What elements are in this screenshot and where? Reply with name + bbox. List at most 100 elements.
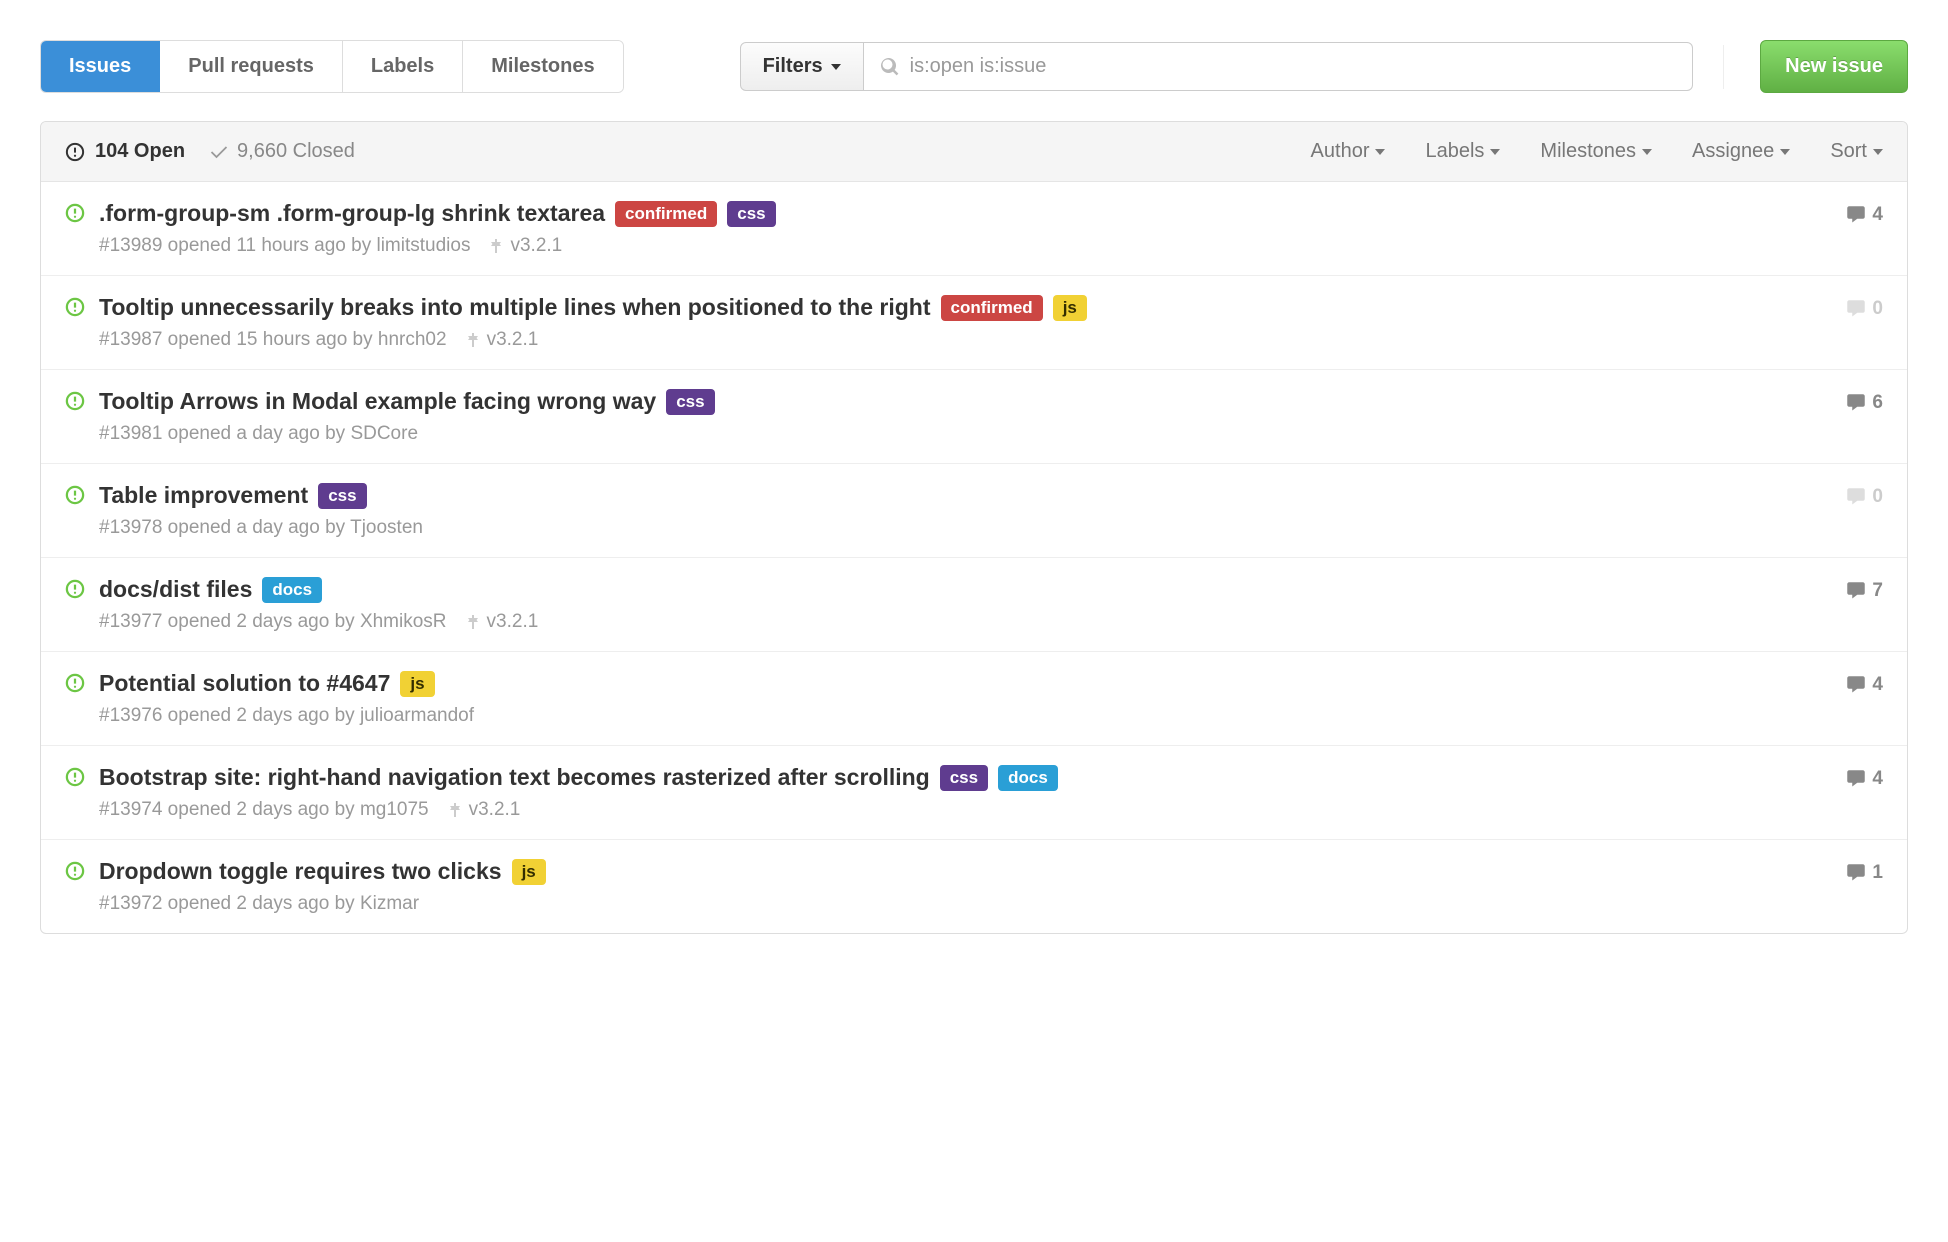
issue-main: Dropdown toggle requires two clicks js #13…: [99, 858, 1832, 915]
issue-main: Tooltip unnecessarily breaks into multip…: [99, 294, 1832, 351]
issue-milestone[interactable]: v3.2.1: [465, 329, 539, 351]
label-pill-js[interactable]: js: [512, 859, 546, 885]
search-input[interactable]: [900, 43, 1677, 90]
issue-title-link[interactable]: Potential solution to #4647: [99, 670, 390, 697]
issue-title-link[interactable]: .form-group-sm .form-group-lg shrink tex…: [99, 200, 605, 227]
issue-meta: #13978 opened a day ago by Tjoosten: [99, 517, 1832, 539]
label-pill-css[interactable]: css: [940, 765, 988, 791]
issue-list-box: 104 Open 9,660 Closed Author Labels Mile…: [40, 121, 1908, 934]
search-box[interactable]: [864, 42, 1694, 91]
check-icon: [209, 142, 229, 162]
issue-comments[interactable]: 4: [1846, 204, 1883, 226]
open-count[interactable]: 104 Open: [65, 140, 185, 163]
issue-comments[interactable]: 1: [1846, 862, 1883, 884]
comment-count: 7: [1872, 580, 1883, 602]
milestone-label: v3.2.1: [510, 235, 562, 257]
label-pill-confirmed[interactable]: confirmed: [615, 201, 717, 227]
issue-open-icon: [65, 861, 85, 887]
issue-title-link[interactable]: Dropdown toggle requires two clicks: [99, 858, 502, 885]
issue-row: docs/dist files docs #13977 opened 2 days …: [41, 558, 1907, 652]
caret-down-icon: [1873, 149, 1883, 155]
label-pill-css[interactable]: css: [727, 201, 775, 227]
issue-main: .form-group-sm .form-group-lg shrink tex…: [99, 200, 1832, 257]
issue-row: Tooltip Arrows in Modal example facing w…: [41, 370, 1907, 464]
issue-meta: #13987 opened 15 hours ago by hnrch02 v3.…: [99, 329, 1832, 351]
issue-main: docs/dist files docs #13977 opened 2 days …: [99, 576, 1832, 633]
issue-meta: #13976 opened 2 days ago by julioarmando…: [99, 705, 1832, 727]
issue-title-link[interactable]: Tooltip Arrows in Modal example facing w…: [99, 388, 656, 415]
issue-meta: #13977 opened 2 days ago by XhmikosR v3.2…: [99, 611, 1832, 633]
new-issue-button[interactable]: New issue: [1760, 40, 1908, 93]
milestone-label: v3.2.1: [487, 611, 539, 633]
nav-pull-requests[interactable]: Pull requests: [160, 41, 343, 92]
issue-open-icon: [65, 673, 85, 699]
issue-meta-text: #13978 opened a day ago by Tjoosten: [99, 517, 423, 539]
issue-open-icon: [65, 297, 85, 323]
issue-meta: #13981 opened a day ago by SDCore: [99, 423, 1832, 445]
closed-count-label: 9,660 Closed: [237, 140, 355, 163]
issue-meta: #13989 opened 11 hours ago by limitstudi…: [99, 235, 1832, 257]
filters-label: Filters: [763, 55, 823, 78]
issue-milestone[interactable]: v3.2.1: [488, 235, 562, 257]
filters-button[interactable]: Filters: [740, 42, 864, 91]
nav-issues[interactable]: Issues: [41, 41, 160, 92]
issue-main: Tooltip Arrows in Modal example facing w…: [99, 388, 1832, 445]
list-header: 104 Open 9,660 Closed Author Labels Mile…: [41, 122, 1907, 182]
issue-title-line: .form-group-sm .form-group-lg shrink tex…: [99, 200, 1832, 227]
milestone-label: v3.2.1: [469, 799, 521, 821]
issue-comments[interactable]: 4: [1846, 674, 1883, 696]
nav-group: Issues Pull requests Labels Milestones: [40, 40, 624, 93]
issue-title-link[interactable]: Tooltip unnecessarily breaks into multip…: [99, 294, 931, 321]
issue-title-line: Table improvement css: [99, 482, 1832, 509]
nav-milestones[interactable]: Milestones: [463, 41, 622, 92]
comment-count: 4: [1872, 674, 1883, 696]
label-pill-css[interactable]: css: [666, 389, 714, 415]
comment-count: 1: [1872, 862, 1883, 884]
issue-milestone[interactable]: v3.2.1: [465, 611, 539, 633]
label-pill-confirmed[interactable]: confirmed: [941, 295, 1043, 321]
label-pill-js[interactable]: js: [400, 671, 434, 697]
issue-title-line: Tooltip unnecessarily breaks into multip…: [99, 294, 1832, 321]
filter-sort[interactable]: Sort: [1830, 140, 1883, 163]
issue-title-link[interactable]: Bootstrap site: right-hand navigation te…: [99, 764, 930, 791]
comment-count: 0: [1872, 298, 1883, 320]
issue-meta-text: #13987 opened 15 hours ago by hnrch02: [99, 329, 447, 351]
filter-labels[interactable]: Labels: [1425, 140, 1500, 163]
issue-main: Bootstrap site: right-hand navigation te…: [99, 764, 1832, 821]
open-count-label: 104 Open: [95, 140, 185, 163]
issue-open-icon: [65, 142, 85, 162]
topbar: Issues Pull requests Labels Milestones F…: [40, 40, 1908, 93]
issue-meta-text: #13989 opened 11 hours ago by limitstudi…: [99, 235, 470, 257]
issue-meta-text: #13972 opened 2 days ago by Kizmar: [99, 893, 419, 915]
caret-down-icon: [1375, 149, 1385, 155]
label-pill-docs[interactable]: docs: [998, 765, 1058, 791]
issue-main: Potential solution to #4647 js #13976 open…: [99, 670, 1832, 727]
milestone-label: v3.2.1: [487, 329, 539, 351]
issue-title-link[interactable]: Table improvement: [99, 482, 308, 509]
issue-comments[interactable]: 7: [1846, 580, 1883, 602]
issue-milestone[interactable]: v3.2.1: [447, 799, 521, 821]
issue-title-line: Dropdown toggle requires two clicks js: [99, 858, 1832, 885]
issue-title-link[interactable]: docs/dist files: [99, 576, 252, 603]
issue-comments[interactable]: 0: [1846, 298, 1883, 320]
filter-milestones[interactable]: Milestones: [1540, 140, 1652, 163]
label-pill-css[interactable]: css: [318, 483, 366, 509]
issue-title-line: Bootstrap site: right-hand navigation te…: [99, 764, 1832, 791]
issue-open-icon: [65, 203, 85, 229]
issue-meta-text: #13977 opened 2 days ago by XhmikosR: [99, 611, 447, 633]
issue-open-icon: [65, 579, 85, 605]
issue-title-line: docs/dist files docs: [99, 576, 1832, 603]
comment-count: 0: [1872, 486, 1883, 508]
issue-main: Table improvement css #13978 opened a day …: [99, 482, 1832, 539]
issue-list: .form-group-sm .form-group-lg shrink tex…: [41, 182, 1907, 933]
filter-assignee[interactable]: Assignee: [1692, 140, 1790, 163]
issue-comments[interactable]: 6: [1846, 392, 1883, 414]
issue-comments[interactable]: 4: [1846, 768, 1883, 790]
label-pill-js[interactable]: js: [1053, 295, 1087, 321]
filter-author[interactable]: Author: [1311, 140, 1386, 163]
closed-count[interactable]: 9,660 Closed: [209, 140, 355, 163]
label-pill-docs[interactable]: docs: [262, 577, 322, 603]
issue-open-icon: [65, 391, 85, 417]
nav-labels[interactable]: Labels: [343, 41, 463, 92]
issue-comments[interactable]: 0: [1846, 486, 1883, 508]
